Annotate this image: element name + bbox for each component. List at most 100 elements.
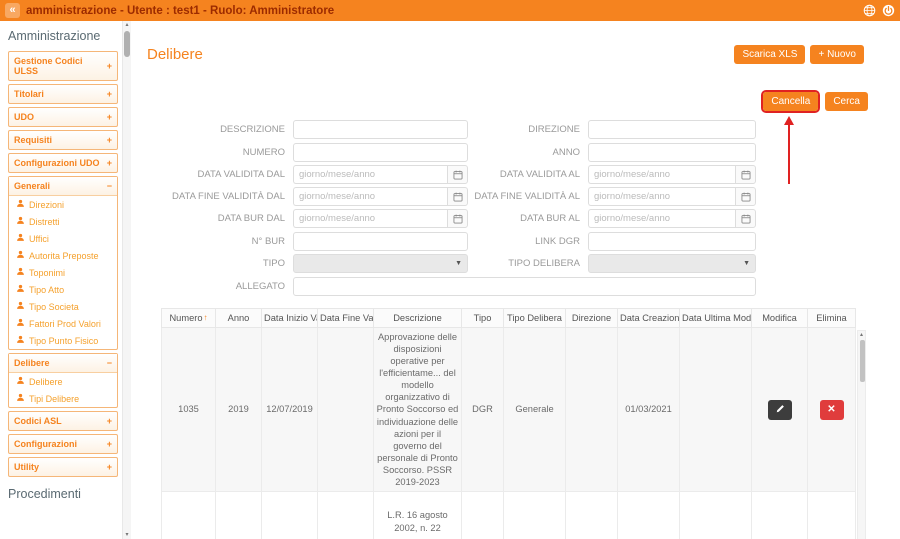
sidebar-item-procedimenti[interactable]: Procedimenti xyxy=(8,487,118,501)
sidebar-item-uffici[interactable]: Uffici xyxy=(9,230,117,247)
data-validita-dal-input[interactable] xyxy=(293,165,447,184)
sidebar-item-tipi-delibere[interactable]: Tipi Delibere xyxy=(9,390,117,407)
sidebar-item-delibere-group[interactable]: Delibere − xyxy=(9,354,117,373)
scrollbar-thumb[interactable] xyxy=(124,31,130,57)
field-label: DATA VALIDITA DAL xyxy=(197,169,285,180)
cell-data-creazione: 01/03/2021 xyxy=(617,326,680,493)
sidebar-item-configurazioni[interactable]: Configurazioni + xyxy=(8,434,118,454)
nav-sub-label: Autorita Preposte xyxy=(29,250,99,261)
field-label: DATA BUR AL xyxy=(520,213,580,224)
sidebar-item-autorita-preposte[interactable]: Autorita Preposte xyxy=(9,247,117,264)
cell-data-fine xyxy=(317,326,374,493)
scrollbar-thumb[interactable] xyxy=(859,340,865,382)
column-header-tipo-delibera[interactable]: Tipo Delibera xyxy=(503,308,566,328)
sidebar-item-delibere[interactable]: Delibere xyxy=(9,373,117,390)
delete-button[interactable]: ✕ xyxy=(819,399,844,420)
plus-icon: + xyxy=(106,61,112,71)
person-icon xyxy=(16,216,25,227)
sidebar: Amministrazione Gestione Codici ULSS + T… xyxy=(0,21,122,539)
sidebar-item-udo[interactable]: UDO + xyxy=(8,107,118,127)
cell-direzione xyxy=(565,491,618,539)
person-icon xyxy=(16,199,25,210)
sidebar-item-distretti[interactable]: Distretti xyxy=(9,213,117,230)
collapse-sidebar-button[interactable]: « xyxy=(5,3,20,18)
cell-data-fine xyxy=(317,491,374,539)
sidebar-item-codici-asl[interactable]: Codici ASL + xyxy=(8,411,118,431)
globe-icon[interactable] xyxy=(863,4,876,17)
anno-input[interactable] xyxy=(588,143,756,162)
column-header-data-inizio[interactable]: Data Inizio Va... xyxy=(261,308,318,328)
calendar-button[interactable] xyxy=(735,209,756,228)
annotation-highlight: Cancella xyxy=(761,90,821,113)
sidebar-item-generali[interactable]: Generali − xyxy=(9,177,117,196)
nav-label: UDO xyxy=(14,112,34,122)
nav-label: Delibere xyxy=(14,358,50,368)
allegato-input[interactable] xyxy=(293,277,756,296)
scroll-up-icon[interactable]: ▴ xyxy=(125,22,128,28)
column-header-direzione[interactable]: Direzione xyxy=(565,308,618,328)
person-icon xyxy=(16,335,25,346)
tipo-select[interactable]: ▼ xyxy=(293,254,468,273)
sidebar-item-tipo-atto[interactable]: Tipo Atto xyxy=(9,281,117,298)
sidebar-item-direzioni[interactable]: Direzioni xyxy=(9,196,117,213)
results-table-wrap: Numero↑ Anno Data Inizio Va... Data Fine… xyxy=(161,308,866,539)
sidebar-item-tipo-societa[interactable]: Tipo Societa xyxy=(9,298,117,315)
calendar-button[interactable] xyxy=(447,165,468,184)
numero-input[interactable] xyxy=(293,143,468,162)
person-icon xyxy=(16,318,25,329)
column-header-data-creazione[interactable]: Data Creazione xyxy=(617,308,680,328)
cell-data-ultima-modifica xyxy=(679,326,752,493)
cell-modifica xyxy=(751,491,808,539)
cancella-button[interactable]: Cancella xyxy=(763,92,819,111)
scroll-up-icon[interactable]: ▴ xyxy=(860,332,863,338)
sidebar-item-titolari[interactable]: Titolari + xyxy=(8,84,118,104)
descrizione-input[interactable] xyxy=(293,120,468,139)
calendar-button[interactable] xyxy=(735,165,756,184)
calendar-button[interactable] xyxy=(447,187,468,206)
app-title: amministrazione - Utente : test1 - Ruolo… xyxy=(26,4,335,17)
n-bur-input[interactable] xyxy=(293,232,468,251)
nav-label: Codici ASL xyxy=(14,416,62,426)
field-label: NUMERO xyxy=(242,146,285,158)
data-fine-validita-al-input[interactable] xyxy=(588,187,735,206)
column-header-descrizione[interactable]: Descrizione xyxy=(373,308,462,328)
sidebar-item-utility[interactable]: Utility + xyxy=(8,457,118,477)
nav-sub-label: Delibere xyxy=(29,376,63,387)
direzione-input[interactable] xyxy=(588,120,756,139)
column-header-modifica: Modifica xyxy=(751,308,808,328)
sidebar-scrollbar[interactable]: ▴ ▾ xyxy=(122,21,131,539)
sidebar-item-tipo-punto-fisico[interactable]: Tipo Punto Fisico xyxy=(9,332,117,349)
scroll-down-icon[interactable]: ▾ xyxy=(125,532,128,538)
data-validita-al-input[interactable] xyxy=(588,165,735,184)
calendar-button[interactable] xyxy=(735,187,756,206)
calendar-button[interactable] xyxy=(447,209,468,228)
column-header-data-fine[interactable]: Data Fine Vali... xyxy=(317,308,374,328)
sidebar-item-fattori-prod-valori[interactable]: Fattori Prod Valori xyxy=(9,315,117,332)
tipo-delibera-select[interactable]: ▼ xyxy=(588,254,756,273)
cerca-button[interactable]: Cerca xyxy=(825,92,868,111)
cell-tipo: DGR xyxy=(461,326,504,493)
new-button[interactable]: + Nuovo xyxy=(810,45,864,64)
plus-icon: + xyxy=(106,112,112,122)
column-header-data-ultima-modifica[interactable]: Data Ultima Mod... xyxy=(679,308,752,328)
table-scrollbar[interactable]: ▴ xyxy=(857,330,866,539)
cell-tipo xyxy=(461,491,504,539)
sidebar-item-toponimi[interactable]: Toponimi xyxy=(9,264,117,281)
field-label: DATA FINE VALIDITÀ AL xyxy=(474,191,580,202)
edit-button[interactable] xyxy=(767,399,792,420)
sidebar-item-gestione-codici-ulss[interactable]: Gestione Codici ULSS + xyxy=(8,51,118,81)
link-dgr-input[interactable] xyxy=(588,232,756,251)
column-header-tipo[interactable]: Tipo xyxy=(461,308,504,328)
plus-icon: + xyxy=(106,158,112,168)
column-header-anno[interactable]: Anno xyxy=(215,308,262,328)
sidebar-item-configurazioni-udo[interactable]: Configurazioni UDO + xyxy=(8,153,118,173)
sidebar-item-requisiti[interactable]: Requisiti + xyxy=(8,130,118,150)
data-bur-dal-input[interactable] xyxy=(293,209,447,228)
column-header-numero[interactable]: Numero↑ xyxy=(161,308,216,328)
data-fine-validita-dal-input[interactable] xyxy=(293,187,447,206)
cell-descrizione: L.R. 16 agosto 2002, n. 22 xyxy=(373,491,462,539)
logout-power-icon[interactable] xyxy=(882,4,895,17)
download-xls-button[interactable]: Scarica XLS xyxy=(734,45,806,64)
data-bur-al-input[interactable] xyxy=(588,209,735,228)
plus-icon: + xyxy=(106,135,112,145)
